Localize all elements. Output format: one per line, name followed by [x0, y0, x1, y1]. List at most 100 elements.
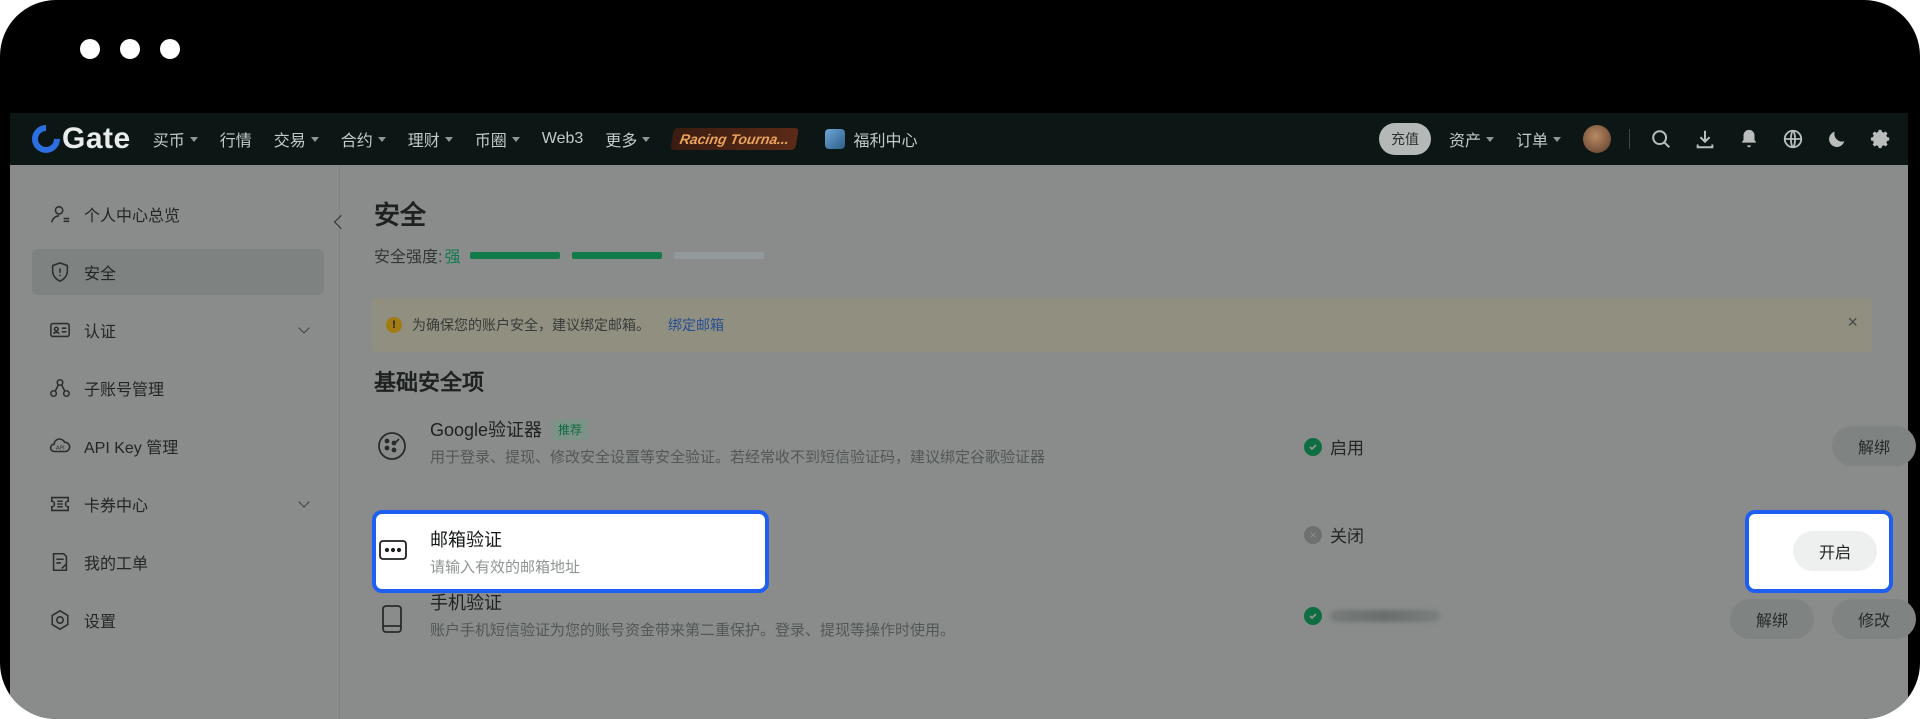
cube-icon	[825, 129, 846, 149]
recommended-badge: 推荐	[552, 418, 589, 440]
chevron-down-icon	[298, 322, 310, 334]
strength-bar-segment	[674, 251, 765, 259]
sidebar-item-label: 认证	[84, 324, 117, 341]
sidebar-item-label: 个人中心总览	[84, 208, 181, 225]
unbind-google-button[interactable]: 解绑	[1832, 426, 1916, 466]
strength-label: 安全强度:	[374, 249, 443, 266]
gate-logo[interactable]: Gate	[26, 119, 131, 159]
row-title: 邮箱验证	[430, 530, 502, 550]
caret-down-icon	[642, 136, 651, 142]
warning-icon: !	[386, 317, 402, 333]
status-text: 启用	[1330, 439, 1364, 458]
caret-down-icon	[310, 136, 319, 142]
caret-down-icon	[1485, 136, 1494, 142]
id-card-icon	[48, 318, 72, 342]
sidebar-item-security[interactable]: 安全	[32, 249, 324, 295]
row-description: 账户手机短信验证为您的账号资金带来第二重保护。登录、提现等操作时使用。	[430, 622, 956, 639]
nav-label: 合约	[340, 133, 373, 150]
sidebar-item-label: 我的工单	[84, 556, 149, 573]
sidebar-item-tickets[interactable]: 我的工单	[32, 539, 324, 585]
svg-text:API: API	[56, 446, 65, 452]
strength-bar-segment	[470, 251, 561, 259]
masked-phone-number	[1330, 610, 1440, 622]
bell-icon[interactable]	[1736, 126, 1762, 152]
orders-menu[interactable]: 订单	[1516, 127, 1561, 151]
bind-email-link[interactable]: 绑定邮箱	[668, 315, 724, 335]
enable-email-button[interactable]: 开启	[1793, 531, 1877, 571]
chevron-down-icon	[298, 496, 310, 508]
nav-item-trade[interactable]: 交易	[274, 127, 319, 151]
sidebar-item-label: 卡券中心	[84, 498, 149, 515]
row-description: 用于登录、提现、修改安全设置等安全验证。若经常收不到短信验证码，建议绑定谷歌验证…	[430, 449, 1046, 466]
main-content: 安全 安全强度: 强 ! 为确保您的账户安全，建议绑定邮箱。 绑定邮箱 × 基础…	[340, 165, 1916, 719]
nav-item-earn[interactable]: 理财	[408, 127, 453, 151]
gate-logo-icon	[26, 119, 66, 159]
moon-icon[interactable]	[1824, 126, 1850, 152]
email-verification-highlight[interactable]: 邮箱验证 请输入有效的邮箱地址	[372, 510, 769, 593]
nav-label: 币圈	[474, 133, 507, 150]
nav-item-web3[interactable]: Web3	[542, 130, 584, 148]
strength-value: 强	[444, 249, 461, 266]
promo-banner[interactable]: Racing Tourna...	[670, 128, 800, 150]
caret-down-icon	[189, 136, 198, 142]
nav-item-more[interactable]: 更多	[605, 127, 651, 151]
strength-bar-segment	[572, 251, 663, 259]
nav-label: Web3	[541, 130, 584, 147]
gear-icon[interactable]	[1868, 126, 1894, 152]
edit-phone-button[interactable]: 修改	[1832, 599, 1916, 639]
divider	[1629, 129, 1630, 149]
window-dot[interactable]	[120, 39, 140, 59]
search-icon[interactable]	[1648, 126, 1674, 152]
deposit-button[interactable]: 充值	[1378, 123, 1431, 155]
logo-text: Gate	[62, 122, 131, 155]
coupon-icon	[48, 492, 72, 516]
row-description: 请输入有效的邮箱地址	[430, 559, 581, 576]
sidebar-item-sub-accounts[interactable]: 子账号管理	[32, 365, 324, 411]
security-row-phone: 手机验证 账户手机短信验证为您的账号资金带来第二重保护。登录、提现等操作时使用。…	[374, 583, 1916, 655]
nav-item-market[interactable]: 行情	[220, 127, 252, 151]
ticket-icon	[48, 550, 72, 574]
row-title: Google验证器 推荐	[430, 416, 589, 442]
status-text: 关闭	[1330, 527, 1364, 546]
sidebar-item-overview[interactable]: 个人中心总览	[32, 191, 324, 237]
window-dot[interactable]	[80, 39, 100, 59]
sidebar-item-verification[interactable]: 认证	[32, 307, 324, 353]
section-title: 基础安全项	[374, 370, 485, 395]
nav-item-community[interactable]: 币圈	[475, 127, 520, 151]
banner-text: 为确保您的账户安全，建议绑定邮箱。	[412, 317, 650, 333]
security-row-google: Google验证器 推荐 用于登录、提现、修改安全设置等安全验证。若经常收不到短…	[374, 410, 1916, 482]
nav-menu: 买币 行情 交易 合约 理财 币圈 Web3 更多	[153, 127, 673, 151]
user-icon	[48, 202, 72, 226]
download-icon[interactable]	[1692, 126, 1718, 152]
api-icon: API	[48, 434, 72, 458]
top-navbar: Gate 买币 行情 交易 合约 理财 币圈 Web3 更多 Racing To…	[10, 113, 1908, 165]
window-dot[interactable]	[160, 39, 180, 59]
nav-right: 充值 资产 订单	[1378, 113, 1894, 165]
nav-label: 买币	[152, 133, 185, 150]
sidebar-item-api-key[interactable]: API API Key 管理	[32, 423, 324, 469]
status-enabled: 启用	[1304, 434, 1364, 459]
app-window: Gate 买币 行情 交易 合约 理财 币圈 Web3 更多 Racing To…	[0, 0, 1920, 719]
close-icon[interactable]: ×	[1847, 312, 1858, 333]
avatar[interactable]	[1583, 125, 1611, 153]
sidebar-item-coupons[interactable]: 卡券中心	[32, 481, 324, 527]
caret-down-icon	[444, 136, 453, 142]
caret-down-icon	[377, 136, 386, 142]
sidebar-item-settings[interactable]: 设置	[32, 597, 324, 643]
assets-menu[interactable]: 资产	[1449, 127, 1494, 151]
globe-icon[interactable]	[1780, 126, 1806, 152]
assets-label: 资产	[1448, 133, 1481, 150]
sidebar-item-label: 设置	[84, 614, 117, 631]
settings-icon	[48, 608, 72, 632]
shield-icon	[48, 260, 72, 284]
welfare-label: 福利中心	[853, 133, 918, 150]
close-circle-icon: ×	[1304, 525, 1322, 544]
welfare-center-link[interactable]: 福利中心	[825, 127, 918, 151]
nav-item-futures[interactable]: 合约	[341, 127, 386, 151]
sidebar-item-label: 子账号管理	[84, 382, 165, 399]
nav-label: 交易	[273, 133, 306, 150]
unbind-phone-button[interactable]: 解绑	[1730, 599, 1814, 639]
nav-label: 更多	[605, 133, 638, 150]
nav-item-buy[interactable]: 买币	[153, 127, 198, 151]
sidebar: 个人中心总览 安全 认证 子账号管理 API API Key 管理 卡券中心 我…	[10, 165, 349, 719]
